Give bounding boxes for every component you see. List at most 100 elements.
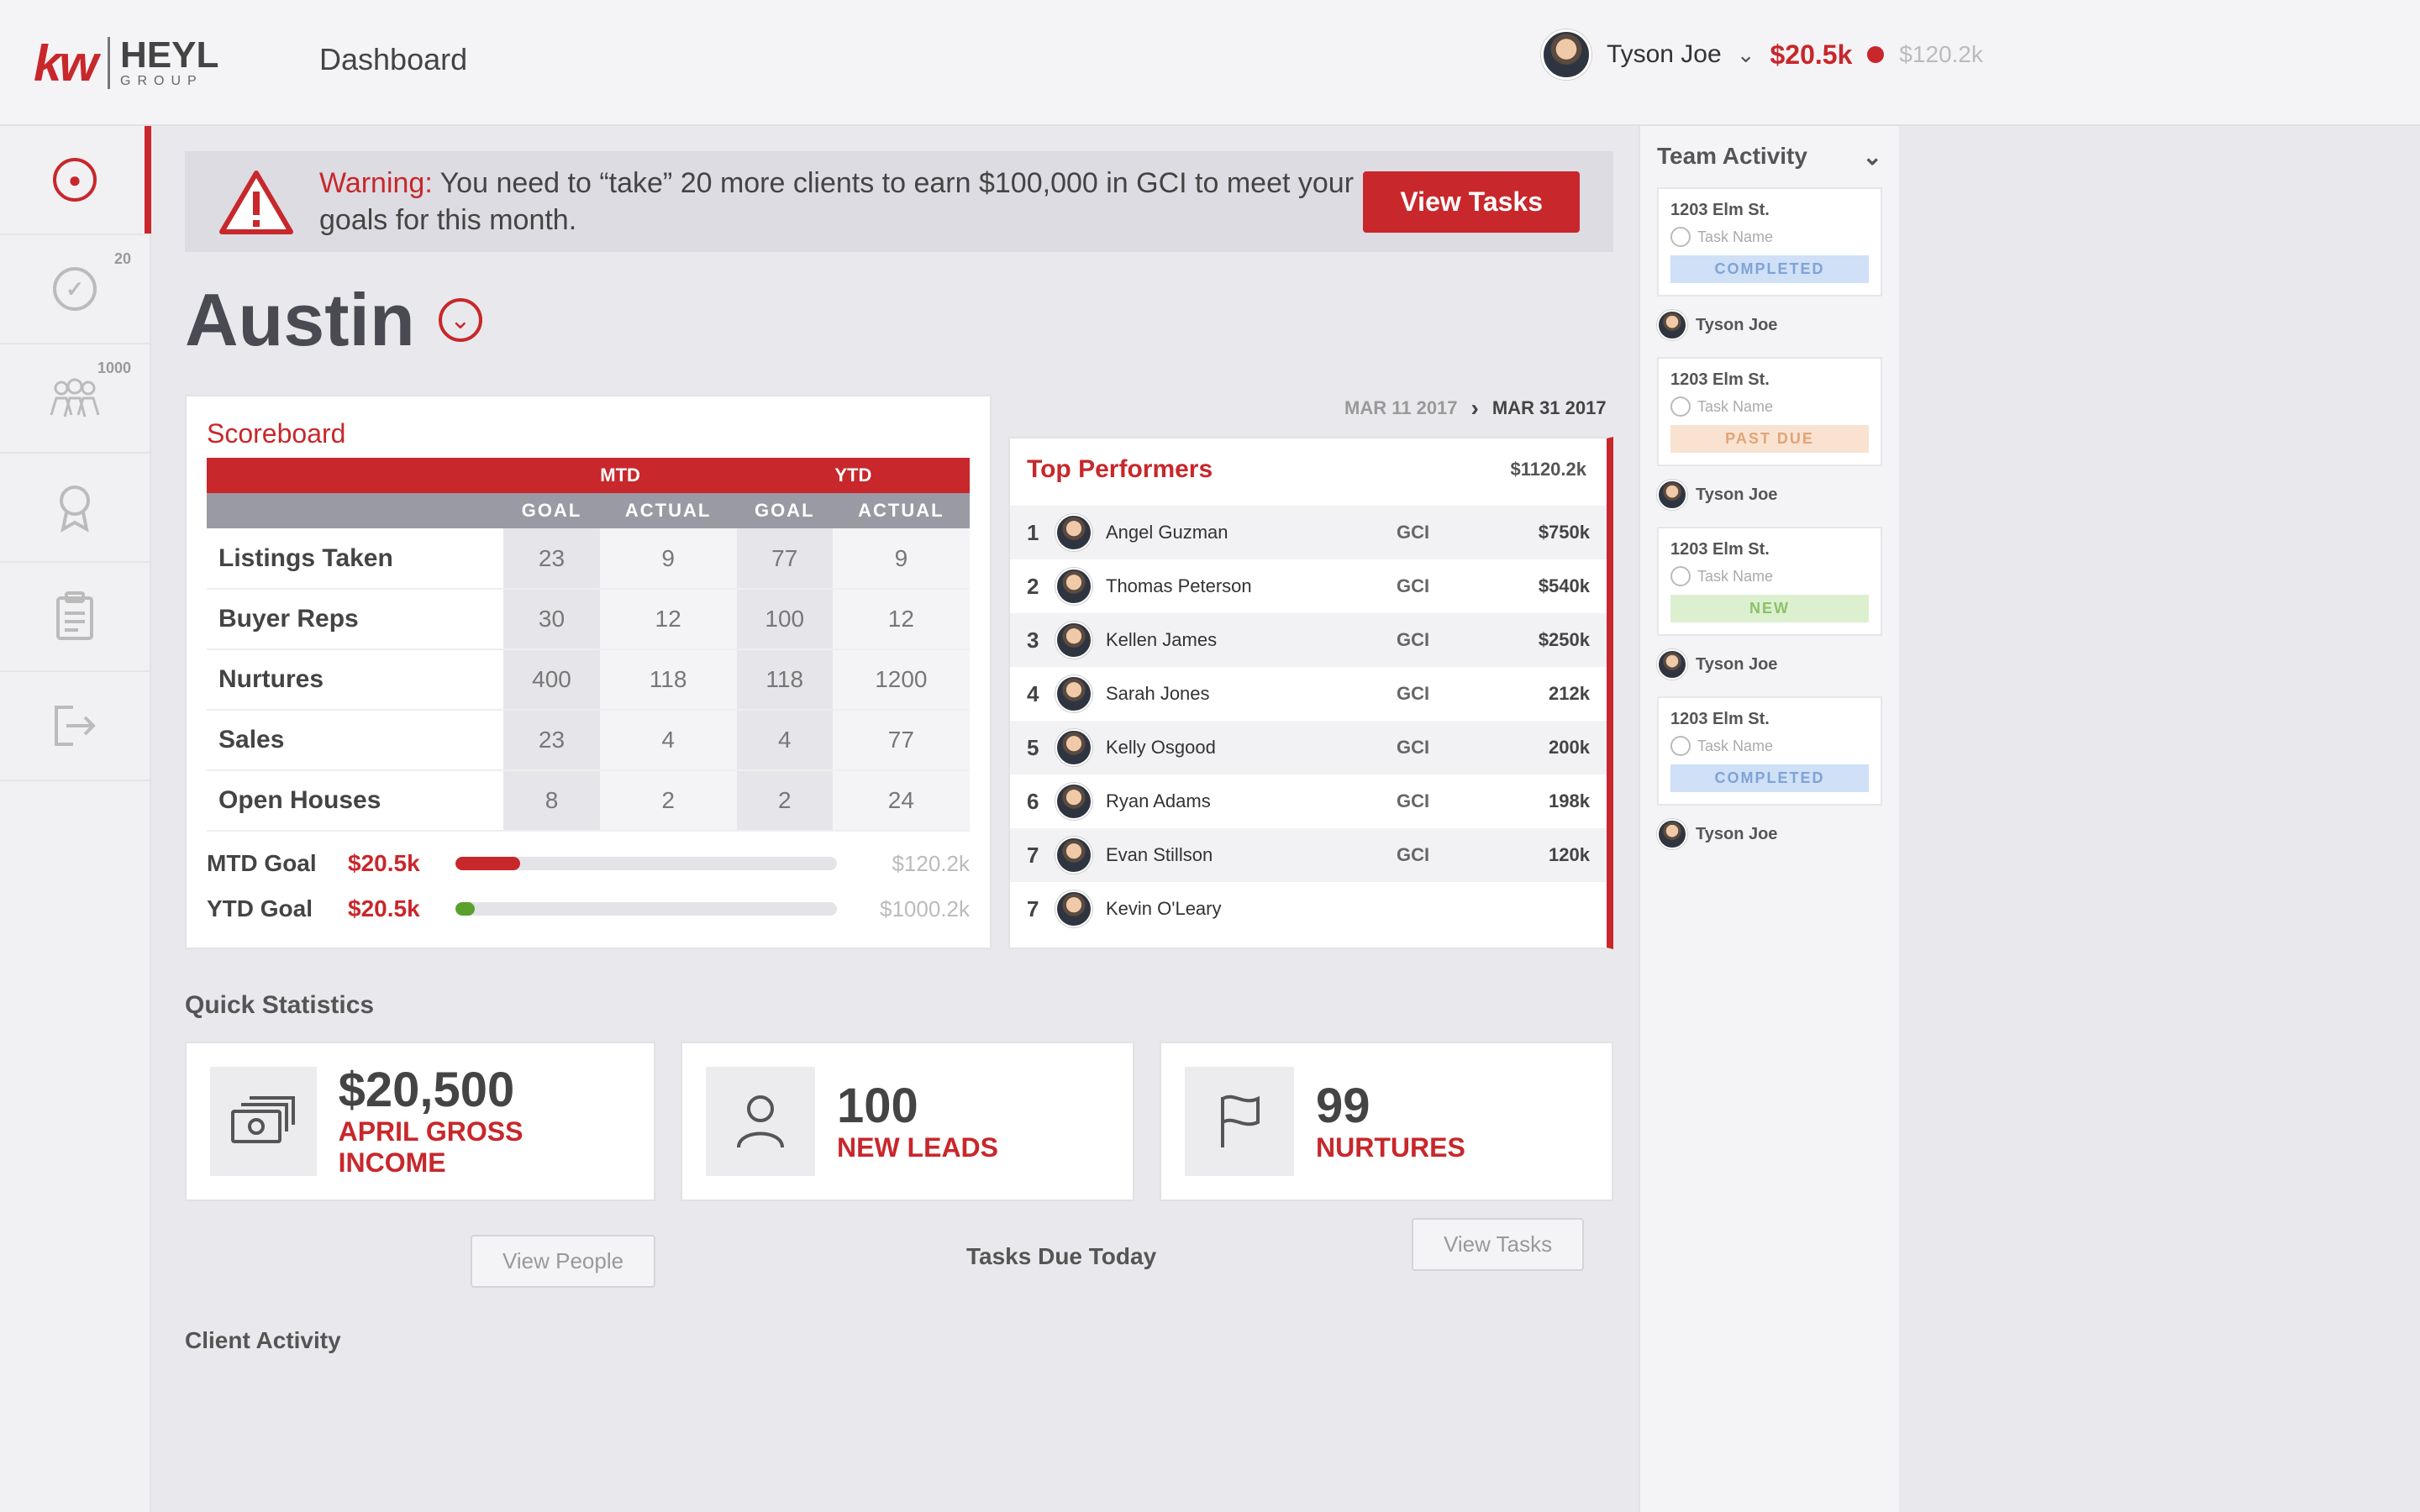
mtd-progress-bar <box>455 857 837 870</box>
activity-card[interactable]: 1203 Elm St. Task Name PAST DUE <box>1657 357 1882 466</box>
performer-name[interactable]: Ryan Adams <box>1106 790 1397 812</box>
performer-avatar <box>1055 675 1092 712</box>
performer-name[interactable]: Kelly Osgood <box>1106 737 1397 759</box>
date-end[interactable]: MAR 31 2017 <box>1492 397 1607 419</box>
user-avatar[interactable] <box>1540 29 1591 80</box>
performer-rank: 1 <box>1027 519 1039 545</box>
warning-body: You need to “take” 20 more clients to ea… <box>319 167 1355 236</box>
table-cell: 12 <box>832 589 970 650</box>
performer-name[interactable]: Sarah Jones <box>1106 683 1397 705</box>
sidebar-item-people[interactable]: 1000 <box>0 344 150 454</box>
performer-name[interactable]: Thomas Peterson <box>1106 575 1397 597</box>
user-name[interactable]: Tyson Joe <box>1607 40 1722 69</box>
performer-avatar <box>1055 783 1092 820</box>
avatar <box>1657 480 1687 510</box>
table-cell: 118 <box>599 649 737 711</box>
logo-heyl: HEYL GROUP <box>108 37 218 89</box>
tasks-badge: 20 <box>113 250 131 267</box>
flag-icon <box>1185 1067 1294 1176</box>
activity-task: Task Name <box>1670 227 1869 247</box>
chevron-down-icon[interactable]: ⌄ <box>438 298 482 342</box>
table-cell: 77 <box>832 710 970 771</box>
user-menu[interactable]: Tyson Joe ⌄ $20.5k $120.2k <box>1540 25 1983 84</box>
view-people-button[interactable]: View People <box>471 1235 656 1288</box>
warning-label: Warning: <box>319 167 433 199</box>
chevron-right-icon[interactable]: › <box>1471 395 1479 422</box>
check-circle-icon[interactable] <box>1670 396 1691 417</box>
performer-avatar <box>1055 568 1092 605</box>
table-cell: 100 <box>736 589 833 650</box>
activity-card[interactable]: 1203 Elm St. Task Name COMPLETED <box>1657 696 1882 806</box>
table-header-blank <box>207 458 504 493</box>
brand-logo[interactable]: kw HEYL GROUP <box>34 29 286 97</box>
goal-amount: $20.5k <box>348 895 420 921</box>
check-circle-icon[interactable] <box>1670 566 1691 586</box>
activity-card[interactable]: 1203 Elm St. Task Name COMPLETED <box>1657 187 1882 297</box>
check-circle-icon[interactable] <box>1670 227 1691 247</box>
row-label: Sales <box>207 710 504 771</box>
city-selector[interactable]: Austin ⌄ <box>185 277 482 363</box>
activity-person-name: Tyson Joe <box>1696 315 1778 334</box>
logout-icon <box>55 706 96 746</box>
team-activity-header[interactable]: Team Activity ⌄ <box>1657 143 1882 171</box>
row-label: Buyer Reps <box>207 589 504 650</box>
performer-name[interactable]: Evan Stillson <box>1106 844 1397 866</box>
goal-target: $120.2k <box>892 850 970 876</box>
table-cell: 118 <box>736 649 833 711</box>
table-header-ytd: YTD <box>736 458 970 493</box>
date-start[interactable]: MAR 11 2017 <box>1344 397 1458 419</box>
view-tasks-secondary-button[interactable]: View Tasks <box>1412 1218 1585 1271</box>
warning-message: Warning: You need to “take” 20 more clie… <box>319 165 1363 239</box>
list-item[interactable]: 3 Kellen James GCI $250k <box>1010 613 1607 667</box>
table-cell: 30 <box>503 589 600 650</box>
list-item[interactable]: 7 Kevin O'Leary <box>1010 882 1607 936</box>
tasks-due-today-title: Tasks Due Today <box>966 1243 1157 1269</box>
city-name[interactable]: Austin <box>185 277 415 363</box>
warning-icon <box>219 171 293 234</box>
performer-name[interactable]: Kellen James <box>1106 629 1397 651</box>
view-tasks-button[interactable]: View Tasks <box>1363 171 1580 233</box>
activity-person-name: Tyson Joe <box>1696 485 1778 504</box>
status-badge: COMPLETED <box>1670 255 1869 283</box>
performer-metric: GCI <box>1397 522 1430 543</box>
sidebar-item-logout[interactable] <box>0 672 150 781</box>
row-label: Listings Taken <box>207 528 504 590</box>
chevron-down-icon[interactable]: ⌄ <box>1737 42 1755 68</box>
logo-sub: GROUP <box>120 74 203 88</box>
avatar <box>1657 819 1687 849</box>
performer-value: $750k <box>1538 522 1590 543</box>
status-badge: NEW <box>1670 595 1869 622</box>
avatar <box>1657 649 1687 680</box>
sidebar-item-awards[interactable] <box>0 454 150 563</box>
activity-task: Task Name <box>1670 736 1869 756</box>
stat-card-gross-income: $20,500 APRIL GROSS INCOME <box>185 1042 655 1201</box>
table-header-mtd: MTD <box>503 458 737 493</box>
activity-person-name: Tyson Joe <box>1696 654 1778 674</box>
table-row: Listings Taken 23 9 77 9 <box>207 528 970 590</box>
list-item[interactable]: 1 Angel Guzman GCI $750k <box>1010 506 1607 559</box>
list-item[interactable]: 4 Sarah Jones GCI 212k <box>1010 667 1607 721</box>
sidebar-item-dashboard[interactable]: ● <box>0 126 151 235</box>
stat-text: $20,500 APRIL GROSS INCOME <box>339 1064 630 1179</box>
performer-name[interactable]: Kevin O'Leary <box>1106 898 1397 920</box>
list-item[interactable]: 5 Kelly Osgood GCI 200k <box>1010 721 1607 774</box>
list-item[interactable]: 6 Ryan Adams GCI 198k <box>1010 774 1607 828</box>
performer-rank: 7 <box>1027 895 1039 921</box>
performer-rank: 6 <box>1027 788 1039 814</box>
performer-name[interactable]: Angel Guzman <box>1106 522 1397 543</box>
sidebar-item-clipboard[interactable] <box>0 563 150 672</box>
check-circle-icon[interactable] <box>1670 736 1691 756</box>
quick-statistics-title: Quick Statistics <box>185 991 375 1019</box>
row-label: Nurtures <box>207 649 504 711</box>
activity-task: Task Name <box>1670 566 1869 586</box>
scoreboard-table: MTD YTD GOAL ACTUAL GOAL ACTUAL Listings… <box>207 458 970 832</box>
goal-amount: $20.5k <box>348 850 420 876</box>
chevron-down-icon[interactable]: ⌄ <box>1863 143 1882 171</box>
list-item[interactable]: 2 Thomas Peterson GCI $540k <box>1010 559 1607 613</box>
performer-metric: GCI <box>1397 790 1430 811</box>
table-cell: 4 <box>736 710 833 771</box>
sidebar-item-tasks[interactable]: ✓ 20 <box>0 235 150 344</box>
activity-card[interactable]: 1203 Elm St. Task Name NEW <box>1657 527 1882 636</box>
list-item[interactable]: 7 Evan Stillson GCI 120k <box>1010 828 1607 882</box>
date-range-picker[interactable]: MAR 11 2017 › MAR 31 2017 <box>1344 395 1607 422</box>
